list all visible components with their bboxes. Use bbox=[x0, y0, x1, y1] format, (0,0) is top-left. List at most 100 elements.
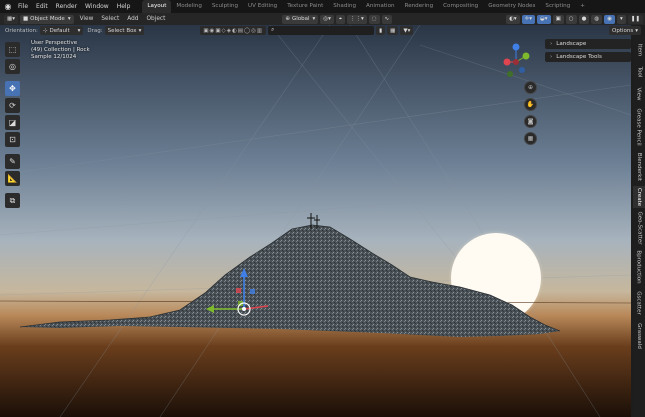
pan-button[interactable]: ✋ bbox=[524, 98, 537, 111]
grid-button[interactable]: ▦ bbox=[387, 26, 399, 35]
menu-select[interactable]: Select bbox=[97, 16, 123, 22]
move-tool[interactable]: ✥ bbox=[5, 81, 20, 96]
menu-edit[interactable]: Edit bbox=[32, 0, 52, 13]
menu-help[interactable]: Help bbox=[113, 0, 135, 13]
workspace-tab-shading[interactable]: Shading bbox=[328, 0, 361, 13]
workspace-tab-animation[interactable]: Animation bbox=[361, 0, 400, 13]
drag-selector[interactable]: Select Box ▾ bbox=[104, 26, 145, 35]
pivot-point-button[interactable]: ◎▾ bbox=[320, 14, 334, 24]
sample-text: Sample 12/1024 bbox=[31, 54, 77, 60]
camera-icon: ◙ bbox=[527, 118, 534, 125]
orientation-selector[interactable]: ⊹ Default ▾ bbox=[39, 26, 84, 35]
shading-wireframe-button[interactable]: ○ bbox=[565, 14, 577, 24]
cursor-tool[interactable]: ◎ bbox=[5, 59, 20, 74]
chevron-down-icon: ▾ bbox=[77, 27, 81, 34]
orientation-icon: ⊕ bbox=[285, 16, 290, 22]
scale-tool[interactable]: ◪ bbox=[5, 115, 20, 130]
workspace-tab-compositing[interactable]: Compositing bbox=[438, 0, 483, 13]
falloff-icon: ∿ bbox=[384, 16, 390, 22]
perspective-toggle-button[interactable]: ▦ bbox=[524, 132, 537, 145]
material-shading-icon: ◍ bbox=[594, 16, 600, 22]
menu-render[interactable]: Render bbox=[52, 0, 81, 13]
tab-tool[interactable]: Tool bbox=[633, 62, 645, 82]
gizmo-toggle-button[interactable]: ✛▾ bbox=[521, 14, 535, 24]
proportional-edit-icon: ◌ bbox=[371, 16, 377, 22]
chevron-down-icon: ▾ bbox=[635, 27, 638, 34]
transform-tool[interactable]: ⊡ bbox=[5, 132, 20, 147]
workspace-tab-geometry-nodes[interactable]: Geometry Nodes bbox=[483, 0, 540, 13]
add-cube-tool[interactable]: ⧉ bbox=[5, 193, 20, 208]
tab-item[interactable]: Item bbox=[633, 40, 645, 60]
rotate-tool[interactable]: ⟳ bbox=[5, 98, 20, 113]
workspace-tab-layout[interactable]: Layout bbox=[142, 0, 172, 13]
mode-selector[interactable]: ■ Object Mode ▾ bbox=[19, 14, 74, 24]
snap-toggle-button[interactable]: ⌖ bbox=[335, 14, 345, 24]
overlay-toggle-button[interactable]: ◒▾ bbox=[537, 14, 551, 24]
select-box-tool[interactable]: ⬚ bbox=[5, 42, 20, 57]
shading-options-button[interactable]: ▾ bbox=[617, 14, 626, 24]
bookmark-button[interactable]: ▮ bbox=[376, 26, 386, 35]
blender-logo-icon[interactable]: ◉ bbox=[2, 1, 14, 13]
menu-view[interactable]: View bbox=[76, 16, 98, 22]
snap-icon: ⌖ bbox=[338, 15, 342, 22]
tab-graswald[interactable]: Graswald bbox=[633, 320, 645, 352]
chevron-right-icon: › bbox=[550, 54, 553, 60]
proportional-falloff-button[interactable]: ∿ bbox=[381, 14, 393, 24]
filter-button[interactable]: ▼▾ bbox=[400, 26, 414, 35]
tab-grease-pencil[interactable]: Grease Pencil bbox=[633, 106, 645, 148]
tab-label: Graswald bbox=[636, 323, 642, 349]
tab-create[interactable]: Create bbox=[633, 186, 645, 208]
rendered-shading-icon: ◉ bbox=[607, 16, 613, 22]
shading-material-button[interactable]: ◍ bbox=[591, 14, 603, 24]
workspace-tab-modeling[interactable]: Modeling bbox=[171, 0, 206, 13]
viewport-header: ▦▾ ■ Object Mode ▾ View Select Add Objec… bbox=[0, 13, 645, 25]
orientation-value: Default bbox=[49, 27, 70, 34]
xray-icon: ▣ bbox=[555, 16, 561, 22]
tab-label: Tool bbox=[636, 66, 642, 78]
pause-render-button[interactable]: ❚❚ bbox=[627, 14, 643, 24]
add-workspace-button[interactable]: + bbox=[575, 0, 590, 13]
workspace-tab-texture-paint[interactable]: Texture Paint bbox=[282, 0, 328, 13]
options-dropdown[interactable]: Options ▾ bbox=[609, 26, 641, 35]
editor-type-button[interactable]: ▦▾ bbox=[4, 14, 18, 24]
transform-orientation-selector[interactable]: ⊕ Global ▾ bbox=[282, 14, 319, 24]
annotate-tool[interactable]: ✎ bbox=[5, 154, 20, 169]
tab-geo-scatter[interactable]: Geo-Scatter bbox=[633, 210, 645, 246]
menu-file[interactable]: File bbox=[14, 0, 32, 13]
xray-toggle-button[interactable]: ▣ bbox=[552, 14, 564, 24]
panel-title: Landscape Tools bbox=[556, 54, 602, 60]
tab-gscatter[interactable]: Gscatter bbox=[633, 288, 645, 318]
viewport-search-input[interactable]: ⌕ bbox=[268, 26, 375, 35]
workspace-tab-scripting[interactable]: Scripting bbox=[540, 0, 575, 13]
tab-blenderkit[interactable]: Blenderkit bbox=[633, 150, 645, 184]
hand-icon: ✋ bbox=[526, 101, 535, 108]
menu-object[interactable]: Object bbox=[142, 16, 169, 22]
tab-label: Gscatter bbox=[636, 291, 643, 315]
snap-target-icon: ⋮⋮▾ bbox=[349, 16, 364, 22]
filter-icons-group[interactable]: ▣◉▣◇◈◐▤◯◎▥ bbox=[200, 26, 267, 35]
tab-bproduction[interactable]: Bproduction bbox=[633, 248, 645, 286]
viewport-info: User Perspective (49) Collection | Rock … bbox=[31, 40, 90, 61]
proportional-edit-button[interactable]: ◌ bbox=[368, 14, 380, 24]
visibility-button[interactable]: ◐▾ bbox=[506, 14, 520, 24]
landscape-panel[interactable]: › Landscape bbox=[545, 39, 631, 49]
move-icon: ✥ bbox=[9, 84, 16, 93]
shading-rendered-button[interactable]: ◉ bbox=[604, 14, 616, 24]
measure-tool[interactable]: 📐 bbox=[5, 171, 20, 186]
zoom-button[interactable]: ⊕ bbox=[524, 81, 537, 94]
snap-target-button[interactable]: ⋮⋮▾ bbox=[346, 14, 367, 24]
tab-view[interactable]: View bbox=[633, 84, 645, 104]
collection-text: (49) Collection | Rock bbox=[31, 47, 90, 53]
workspace-tab-rendering[interactable]: Rendering bbox=[400, 0, 439, 13]
shading-solid-button[interactable]: ● bbox=[578, 14, 590, 24]
workspace-tab-uv-editing[interactable]: UV Editing bbox=[243, 0, 282, 13]
rotate-icon: ⟳ bbox=[9, 101, 16, 110]
menu-add[interactable]: Add bbox=[123, 16, 142, 22]
menu-window[interactable]: Window bbox=[81, 0, 113, 13]
landscape-tools-panel[interactable]: › Landscape Tools bbox=[545, 52, 631, 62]
zoom-icon: ⊕ bbox=[527, 84, 534, 91]
tab-label: View bbox=[636, 87, 642, 101]
workspace-tab-sculpting[interactable]: Sculpting bbox=[207, 0, 243, 13]
navigation-gizmo[interactable] bbox=[500, 42, 532, 82]
camera-view-button[interactable]: ◙ bbox=[524, 115, 537, 128]
